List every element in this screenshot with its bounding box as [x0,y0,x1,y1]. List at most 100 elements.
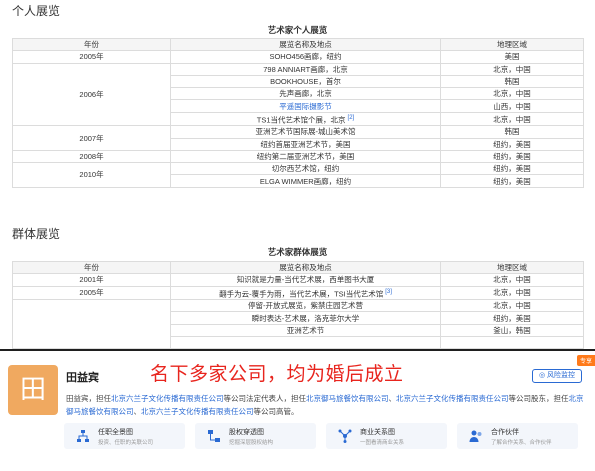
exhibition-name: 纽约首届亚洲艺术节，美国 [260,139,351,149]
company-link[interactable]: 北京六兰子文化传播有限责任公司 [111,394,224,403]
exhibition-cell: 先声画廊，北京 [170,87,441,101]
exhibition-name: 翻手为云-覆手为雨，当代艺术展，TSI当代艺术馆 [219,289,384,299]
group-table-caption: 艺术家群体展览 [267,247,328,257]
risk-monitor-label: 风险监控 [547,372,576,379]
region-cell: 韩国 [440,74,584,89]
card-subtitle: 挖掘深层股权结构 [229,440,274,446]
table-row: 2005年 翻手为云-覆手为雨，当代艺术展，TSI当代艺术馆 [3] 北京，中国 [12,285,584,301]
exhibition-cell: 纽约首届亚洲艺术节，美国 [170,137,441,151]
region-cell: 山西，中国 [440,99,584,113]
partners-icon [469,429,483,443]
card-relation-chart[interactable]: 商业关系图 一图看清商业关系 [326,423,447,449]
description-text: 等公司法定代表人，担任 [223,394,307,403]
card-title: 任职全景图 [98,429,133,436]
exhibition-cell: BOOKHOUSE，首尔 [170,74,441,89]
description-text: 田益宾，担任 [66,394,111,403]
person-name[interactable]: 田益宾 [66,369,99,385]
exhibition-name: BOOKHOUSE，首尔 [270,77,341,87]
region-cell: 美国 [440,50,584,64]
exhibition-cell: 瞬时表达-艺术展，洛克菲尔大学 [170,311,441,325]
column-header-region: 地理区域 [440,260,584,275]
column-header-year: 年份 [12,260,171,275]
region-cell: 北京，中国 [440,62,584,76]
reference-link[interactable]: [3] [385,289,392,295]
company-link[interactable]: 北京六兰子文化传播有限责任公司 [141,407,254,416]
card-org-chart[interactable]: 任职全景图投资、任职的关联公司 [64,423,185,449]
exhibition-name: SOHO456画廊，纽约 [269,52,342,62]
exhibition-cell: 停留-开放式展览，紫禁庄园艺术营 [170,299,441,313]
relation-chart-icon [338,429,352,443]
exhibition-cell: SOHO456画廊，纽约 [170,50,441,64]
exhibition-cell: 翻手为云-覆手为雨，当代艺术展，TSI当代艺术馆 [3] [170,285,441,301]
exhibition-link[interactable]: 平遥国际摄影节 [279,102,332,111]
year-cell [12,299,171,350]
exhibition-name: 切尔西艺术馆，纽约 [271,164,340,174]
company-link[interactable]: 北京六兰子文化传播有限责任公司 [396,394,509,403]
region-cell: 北京，中国 [440,273,584,287]
year-cell: 2008年 [12,149,171,164]
relation-cards: 任职全景图 投资、任职的关联公司 股权穿透图 挖掘深层股权结构 商业关系图 一图看清商业关… [64,423,595,453]
column-header-exhibition: 展览名称及地点 [170,37,441,52]
card-partners[interactable]: 合作伙伴 了解合作关系、合作伙伴 [457,423,578,449]
headline-annotation: 名下多家公司，均为婚后成立 [150,363,404,385]
risk-monitor-button[interactable]: ◎ 风险监控 [532,369,582,383]
exhibition-name: 知识就是力量-当代艺术展，西单图书大厦 [236,275,375,285]
person-description: 田益宾，担任北京六兰子文化传播有限责任公司等公司法定代表人，担任北京御马旅餐饮有… [66,392,586,418]
company-info-panel: 田 田益宾 名下多家公司，均为婚后成立 专享 ◎ 风险监控 田益宾，担任北京六兰… [0,349,595,471]
column-header-exhibition: 展览名称及地点 [170,260,441,275]
table-row: 2008年 纽约第二届亚洲艺术节，美国 纽约，美国 [12,149,584,164]
equity-chart-icon [207,429,221,443]
avatar[interactable]: 田 [8,365,58,415]
exhibition-cell: 知识就是力量-当代艺术展，西单图书大厦 [170,273,441,287]
region-cell: 纽约，美国 [440,162,584,176]
card-title: 股权穿透图 [229,429,264,436]
region-cell: 北京，中国 [440,285,584,301]
region-cell: 纽约，美国 [440,137,584,151]
card-subtitle: 了解合作关系、合作伙伴 [491,440,552,446]
card-title: 商业关系图 [360,429,395,436]
table-row: 停留-开放式展览，紫禁庄园艺术营 北京，中国 [12,299,584,350]
exhibition-name: 亚洲艺术节 [286,325,325,335]
card-equity-chart[interactable]: 股权穿透图挖掘深层股权结构 [195,423,316,449]
exhibition-cell: ELGA WIMMER画廊，纽约 [170,174,441,188]
solo-table-caption: 艺术家个人展览 [267,25,328,35]
description-text: 、 [388,394,397,403]
region-cell: 纽约，美国 [440,311,584,325]
exhibition-cell[interactable]: 平遥国际摄影节 [170,99,441,113]
exhibition-name: 先声画廊，北京 [279,89,332,99]
table-row: 2005年 SOHO456画廊，纽约 美国 [12,50,584,64]
org-chart-icon [76,429,90,443]
card-subtitle: 投资、任职的关联公司 [98,440,154,446]
exhibition-cell: TS1当代艺术馆个展，北京 [2] [170,111,441,127]
year-cell: 2001年 [12,273,171,287]
description-text: 等公司股东，担任 [508,394,569,403]
company-link[interactable]: 北京御马旅餐饮有限公司 [306,394,389,403]
solo-section-title: 个人展览 [12,4,61,18]
year-cell: 2010年 [12,162,171,188]
exhibition-cell: 亚洲艺术节 [170,323,441,337]
exhibition-cell: 切尔西艺术馆，纽约 [170,162,441,176]
region-cell: 纽约，美国 [440,174,584,188]
exhibition-name: ELGA WIMMER画廊，纽约 [259,176,352,186]
exhibition-cell: 798 ANNIART画廊，北京 [170,62,441,76]
year-cell: 2005年 [12,50,171,64]
exclusive-tag: 专享 [576,355,595,366]
table-row: 2010年 切尔西艺术馆，纽约 纽约，美国 [12,162,584,188]
reference-link[interactable]: [2] [348,115,355,121]
shield-icon: ◎ [538,372,546,379]
column-header-year: 年份 [12,37,171,52]
year-cell: 2006年 [12,62,171,127]
exhibition-name: TS1当代艺术馆个展，北京 [256,115,346,125]
group-exhibitions-table: 年份 展览名称及地点 地理区域 2001年 知识就是力量-当代艺术展，西单图书大厦… [12,260,584,350]
table-row: 2007年 亚洲艺术节国际展-城山美术馆 韩国 [12,125,584,151]
exhibition-cell [170,335,441,350]
table-row: 2001年 知识就是力量-当代艺术展，西单图书大厦 北京，中国 [12,273,584,287]
region-cell: 北京，中国 [440,87,584,101]
year-cell: 2005年 [12,285,171,301]
year-cell: 2007年 [12,125,171,151]
solo-exhibitions-table: 年份 展览名称及地点 地理区域 2005年 SOHO456画廊，纽约 美国 2006年… [12,37,584,188]
table-row: 2006年 798 ANNIART画廊，北京 北京，中国 [12,62,584,127]
exhibition-name: 瞬时表达-艺术展，洛克菲尔大学 [251,313,360,323]
region-cell: 北京，中国 [440,111,584,127]
group-section-title: 群体展览 [12,227,61,241]
